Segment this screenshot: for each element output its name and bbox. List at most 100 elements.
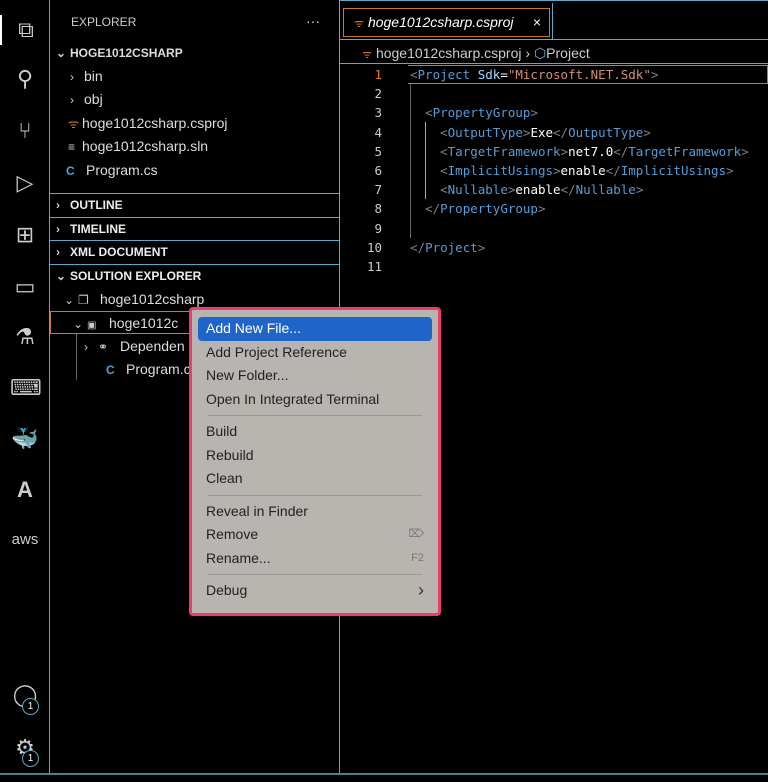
code-token: Sdk (477, 67, 501, 82)
tab-csproj[interactable]: ᯤ hoge1012csharp.csproj × (343, 8, 550, 37)
tree-item-sln[interactable]: ≡ hoge1012csharp.sln (68, 135, 339, 158)
menu-item-new-folder[interactable]: New Folder... (198, 364, 432, 388)
menu-item-remove[interactable]: Remove ⌦ (198, 523, 432, 547)
more-actions-button[interactable]: ··· (306, 10, 326, 33)
tree-item-obj[interactable]: › obj (70, 88, 339, 111)
line-text: <ImplicitUsings>enable</ImplicitUsings> (410, 161, 734, 180)
code-token: </ (560, 182, 576, 198)
tree-item-bin[interactable]: › bin (70, 65, 339, 88)
item-label: hoge1012csharp.sln (82, 138, 209, 154)
code-line: 10 </Project> (340, 238, 768, 257)
menu-item-open-in-integrated-terminal[interactable]: Open In Integrated Terminal (198, 388, 432, 412)
rss-icon: ᯤ (68, 117, 79, 131)
code-token: Exe (530, 124, 554, 140)
line-number: 9 (374, 220, 382, 236)
azure-icon[interactable]: A (10, 475, 40, 505)
project-item[interactable]: ⌄ ▣ hoge1012c (50, 311, 190, 334)
solution-icon: ❐ (78, 293, 89, 307)
rss-icon: ᯤ (354, 18, 365, 30)
testing-icon[interactable]: ⚗ (10, 322, 40, 352)
item-label: hoge1012csharp (100, 291, 205, 307)
menu-item-build[interactable]: Build (198, 420, 432, 444)
folder-header[interactable]: ⌄ HOGE1012CSHARP (56, 42, 339, 65)
terminal-icon[interactable]: ⌨ (10, 373, 42, 403)
code-token: > (537, 201, 546, 217)
section-label: SOLUTION EXPLORER (70, 269, 202, 283)
code-line: 8 </PropertyGroup> (340, 199, 768, 218)
code-token: < (425, 105, 433, 121)
code-token: OutputType (447, 124, 523, 140)
line-number: 4 (374, 124, 382, 140)
code-token: </ (410, 239, 426, 255)
menu-item-add-new-file[interactable]: Add New File... (198, 317, 432, 341)
tree-item-program[interactable]: C Program.cs (66, 159, 339, 182)
code-token: ImplicitUsings (620, 163, 727, 178)
code-line: 7 <Nullable>enable</Nullable> (340, 180, 768, 199)
rss-icon: ᯤ (362, 49, 373, 61)
source-control-icon[interactable]: ⑂ (10, 116, 40, 146)
code-token: < (440, 182, 448, 198)
csharp-icon: C (106, 363, 115, 377)
code-line: 9 (340, 219, 768, 238)
breadcrumb-file[interactable]: hoge1012csharp.csproj (376, 45, 522, 61)
code-token: Nullable (575, 182, 636, 198)
lines-icon: ≡ (68, 140, 76, 154)
close-icon[interactable]: × (533, 9, 541, 36)
section-xml-document[interactable]: › XML DOCUMENT (50, 240, 339, 263)
menu-item-add-project-reference[interactable]: Add Project Reference (198, 341, 432, 365)
docker-icon[interactable]: 🐳 (10, 424, 40, 454)
menu-item-debug[interactable]: Debug › (198, 579, 432, 603)
tab-label: hoge1012csharp.csproj (367, 14, 514, 30)
section-solution-explorer[interactable]: ⌄ SOLUTION EXPLORER (50, 264, 339, 287)
section-timeline[interactable]: › TIMELINE (50, 217, 339, 240)
tab-divider (552, 3, 553, 40)
code-token: TargetFramework (628, 143, 742, 159)
code-token: > (643, 124, 651, 140)
remote-explorer-icon[interactable]: ▭ (10, 272, 40, 302)
menu-item-reveal-in-finder[interactable]: Reveal in Finder (198, 500, 432, 524)
section-label: TIMELINE (70, 222, 126, 236)
csharp-icon: C (66, 164, 75, 178)
search-icon[interactable]: ⚲ (10, 64, 40, 94)
files-icon[interactable]: ⧉ (0, 15, 40, 45)
chevron-right-icon: › (418, 580, 424, 600)
menu-item-rebuild[interactable]: Rebuild (198, 444, 432, 468)
chevron-down-icon: ⌄ (73, 317, 84, 331)
code-token: > (553, 163, 561, 178)
chevron-right-icon: › (70, 70, 74, 84)
code-line: 5 <TargetFramework>net7.0</TargetFramewo… (340, 142, 768, 161)
chevron-right-icon: › (56, 222, 60, 236)
code-token: Project (425, 239, 478, 255)
menu-item-label: Open In Integrated Terminal (206, 390, 380, 407)
context-menu: Add New File... Add Project Reference New … (189, 307, 441, 616)
line-text: </Project> (410, 238, 485, 257)
menu-item-rename[interactable]: Rename... F2 (198, 547, 432, 571)
tree-item-csproj[interactable]: ᯤ hoge1012csharp.csproj (68, 112, 339, 135)
explorer-title: EXPLORER (71, 15, 137, 29)
aws-icon[interactable]: aws (10, 525, 40, 555)
line-text: <OutputType>Exe</OutputType> (410, 123, 651, 142)
menu-item-clean[interactable]: Clean (198, 467, 432, 491)
run-debug-icon[interactable]: ▷ (10, 168, 40, 198)
extensions-icon[interactable]: ⊞ (10, 220, 40, 250)
code-line: 6 <ImplicitUsings>enable</ImplicitUsings… (340, 161, 768, 180)
menu-item-label: Add New File... (206, 320, 301, 336)
line-number: 11 (366, 259, 382, 274)
breadcrumb-symbol[interactable]: Project (546, 45, 590, 61)
item-label: bin (84, 68, 103, 84)
breadcrumb: ᯤ hoge1012csharp.csproj › ⬡Project (362, 45, 590, 61)
item-label: obj (84, 91, 103, 107)
item-label: Dependen (120, 338, 185, 354)
section-outline[interactable]: › OUTLINE (50, 193, 339, 216)
line-number: 8 (374, 201, 382, 217)
chevron-right-icon: › (56, 198, 60, 212)
code-token: < (410, 67, 418, 82)
code-token: > (726, 163, 734, 178)
chevron-down-icon: ⌄ (64, 293, 75, 307)
menu-separator (208, 494, 422, 496)
code-token: > (741, 143, 749, 159)
